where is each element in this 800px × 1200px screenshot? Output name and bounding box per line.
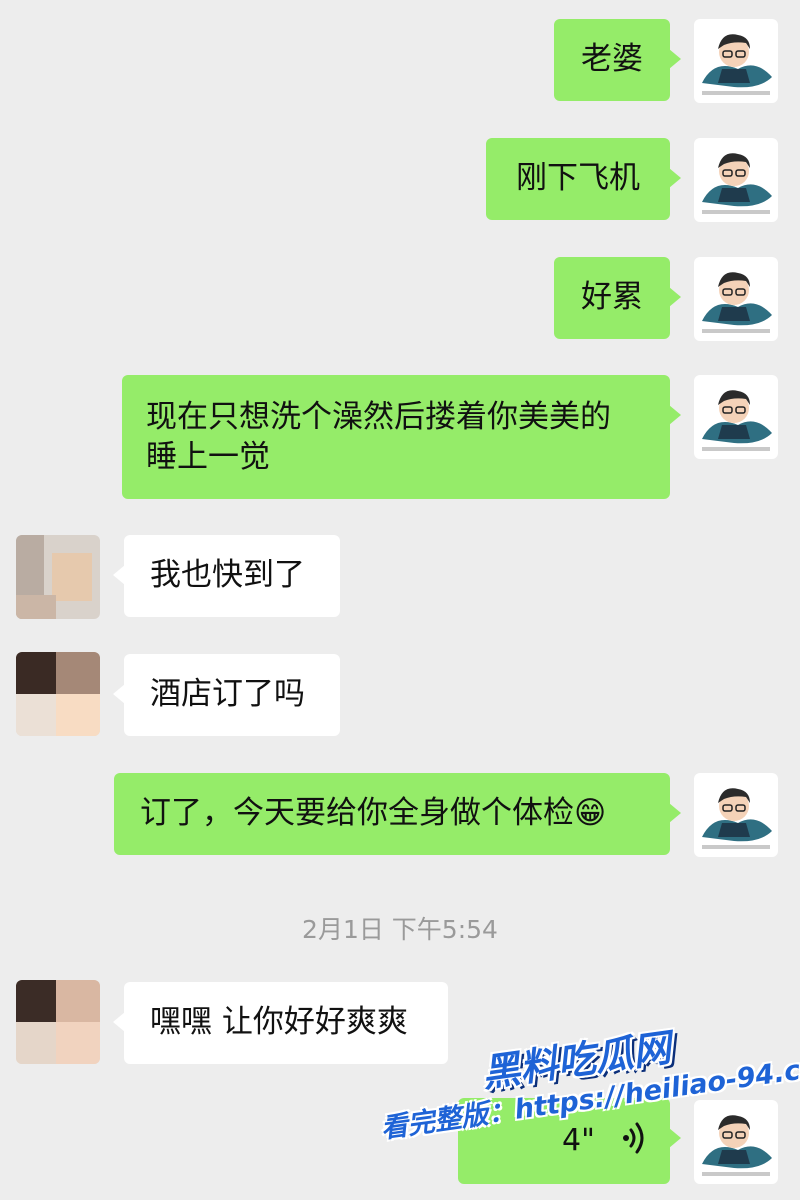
avatar-contact[interactable] bbox=[16, 652, 100, 736]
message-bubble-sent[interactable]: 刚下飞机 bbox=[486, 138, 681, 220]
avatar-self[interactable] bbox=[694, 375, 778, 459]
message-text-line: 睡上一觉 bbox=[146, 439, 270, 475]
message-bubble-received[interactable]: 我也快到了 bbox=[113, 535, 340, 617]
avatar-self[interactable] bbox=[694, 257, 778, 341]
chat-timestamp: 2月1日 下午5:54 bbox=[302, 915, 498, 944]
message-bubble-sent[interactable]: 好累 bbox=[554, 257, 681, 339]
message-text: 嘿嘿 让你好好爽爽 bbox=[150, 1004, 408, 1040]
avatar-cartoon-icon bbox=[702, 153, 772, 214]
message-text: 订了，今天要给你全身做个体检 bbox=[140, 795, 574, 831]
avatar-cartoon-icon bbox=[702, 390, 772, 451]
message-bubble-sent[interactable]: 老婆 bbox=[554, 19, 681, 101]
message-bubble-sent[interactable]: 订了，今天要给你全身做个体检😁 bbox=[114, 773, 681, 855]
message-text: 好累 bbox=[581, 279, 643, 315]
avatar-blur-block bbox=[16, 652, 56, 694]
avatar-cartoon-icon bbox=[702, 272, 772, 333]
message-text-line: 现在只想洗个澡然后搂着你美美的 bbox=[146, 399, 611, 435]
avatar-contact[interactable] bbox=[16, 535, 100, 619]
avatar-cartoon-icon bbox=[702, 34, 772, 95]
message-text: 酒店订了吗 bbox=[150, 676, 305, 712]
avatar-contact[interactable] bbox=[16, 980, 100, 1064]
avatar-blur-block bbox=[56, 652, 100, 694]
avatar-self[interactable] bbox=[694, 773, 778, 857]
avatar-blur-block bbox=[56, 980, 100, 1022]
voice-duration: 4" bbox=[562, 1123, 595, 1158]
avatar-cartoon-icon bbox=[702, 1115, 772, 1176]
voice-wave-icon bbox=[623, 1122, 644, 1154]
message-text: 老婆 bbox=[581, 41, 643, 77]
avatar-blur-block bbox=[16, 980, 56, 1022]
avatar-blur-block bbox=[56, 694, 100, 736]
message-bubble-received[interactable]: 酒店订了吗 bbox=[113, 654, 340, 736]
avatar-blur-block bbox=[56, 1022, 100, 1064]
avatar-blur-block bbox=[52, 553, 92, 601]
avatar-self[interactable] bbox=[694, 19, 778, 103]
avatar-blur-block bbox=[16, 1022, 56, 1064]
avatar-self[interactable] bbox=[694, 1100, 778, 1184]
avatar-blur-block bbox=[16, 694, 56, 736]
message-text: 我也快到了 bbox=[150, 557, 305, 593]
grinning-emoji-icon: 😁 bbox=[574, 795, 607, 831]
avatar-self[interactable] bbox=[694, 138, 778, 222]
message-text: 刚下飞机 bbox=[516, 160, 640, 196]
message-bubble-received[interactable]: 嘿嘿 让你好好爽爽 bbox=[113, 982, 448, 1064]
avatar-blur-block bbox=[16, 595, 56, 619]
avatar-cartoon-icon bbox=[702, 788, 772, 849]
message-bubble-sent[interactable]: 现在只想洗个澡然后搂着你美美的 睡上一觉 bbox=[122, 375, 681, 499]
